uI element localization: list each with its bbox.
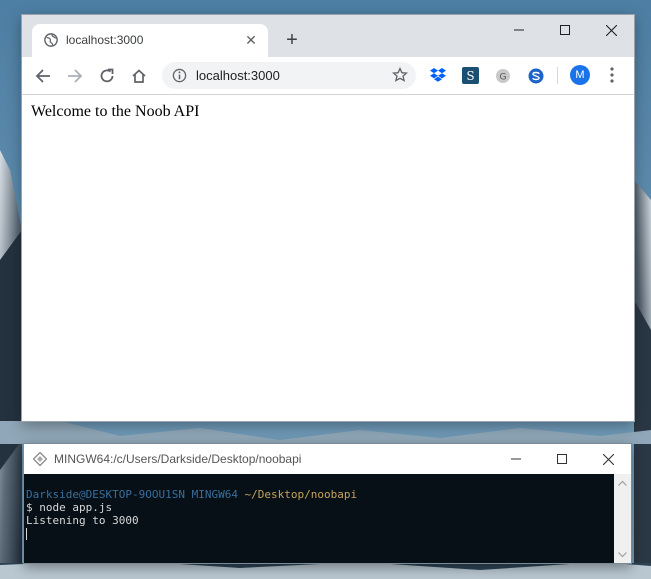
chevron-down-icon bbox=[618, 551, 627, 557]
scroll-down-button[interactable] bbox=[614, 546, 631, 563]
url-text[interactable]: localhost:3000 bbox=[196, 68, 280, 83]
reload-button[interactable] bbox=[94, 63, 120, 89]
terminal-title: MINGW64:/c/Users/Darkside/Desktop/noobap… bbox=[54, 452, 302, 466]
prompt-path: ~/Desktop/noobapi bbox=[244, 488, 358, 501]
tab-title: localhost:3000 bbox=[66, 33, 144, 47]
chevron-up-icon bbox=[618, 480, 627, 486]
terminal-title-bar[interactable]: MINGW64:/c/Users/Darkside/Desktop/noobap… bbox=[24, 444, 631, 474]
close-icon bbox=[605, 24, 617, 36]
globe-icon bbox=[44, 33, 58, 47]
terminal-output[interactable]: Darkside@DESKTOP-9OOU1SN MINGW64 ~/Deskt… bbox=[24, 474, 614, 563]
stream-icon bbox=[528, 68, 543, 83]
maximize-icon bbox=[557, 454, 567, 464]
prompt-user: Darkside@DESKTOP-9OOU1SN bbox=[26, 488, 185, 501]
minimize-icon bbox=[514, 29, 524, 31]
new-tab-button[interactable]: + bbox=[280, 29, 304, 53]
home-button[interactable] bbox=[126, 63, 152, 89]
prompt-system: MINGW64 bbox=[191, 488, 238, 501]
tab-close-icon[interactable]: ✕ bbox=[242, 31, 260, 49]
close-icon bbox=[602, 453, 614, 465]
grammarly-icon: G bbox=[495, 68, 510, 83]
grammarly-extension[interactable]: G bbox=[494, 67, 511, 84]
minimize-icon bbox=[511, 458, 521, 460]
kebab-menu-icon[interactable] bbox=[604, 65, 620, 85]
svg-text:S: S bbox=[466, 69, 474, 83]
git-bash-icon bbox=[33, 452, 47, 466]
home-icon bbox=[132, 69, 146, 83]
maximize-icon bbox=[560, 25, 570, 35]
terminal-command-line: $ node app.js bbox=[26, 501, 113, 514]
address-bar[interactable]: localhost:3000 bbox=[162, 62, 416, 89]
minimize-button[interactable] bbox=[496, 15, 542, 45]
dropbox-icon bbox=[429, 68, 446, 82]
terminal-minimize-button[interactable] bbox=[493, 444, 539, 474]
back-arrow-icon bbox=[35, 69, 50, 83]
star-icon[interactable] bbox=[392, 67, 408, 83]
page-body-text: Welcome to the Noob API bbox=[31, 103, 200, 120]
tab-strip: localhost:3000 ✕ + bbox=[22, 15, 634, 57]
stylus-icon: S bbox=[462, 67, 479, 84]
terminal-close-button[interactable] bbox=[585, 444, 631, 474]
terminal-cursor bbox=[26, 528, 27, 540]
terminal-output-line: Listening to 3000 bbox=[26, 514, 139, 527]
stream-extension[interactable] bbox=[527, 67, 544, 84]
maximize-button[interactable] bbox=[542, 15, 588, 45]
terminal-prompt-line: Darkside@DESKTOP-9OOU1SN MINGW64 ~/Deskt… bbox=[26, 488, 614, 501]
page-viewport: Welcome to the Noob API bbox=[22, 95, 634, 421]
forward-button[interactable] bbox=[62, 63, 88, 89]
browser-window: localhost:3000 ✕ + localhost:3000 S G M … bbox=[22, 15, 634, 421]
terminal-maximize-button[interactable] bbox=[539, 444, 585, 474]
svg-text:G: G bbox=[499, 72, 506, 82]
profile-avatar[interactable]: M bbox=[570, 65, 590, 85]
scroll-up-button[interactable] bbox=[614, 474, 631, 491]
info-icon[interactable] bbox=[172, 68, 187, 83]
forward-arrow-icon bbox=[68, 69, 83, 83]
stylus-extension[interactable]: S bbox=[462, 67, 479, 84]
toolbar-separator bbox=[557, 67, 558, 84]
dropbox-extension[interactable] bbox=[429, 67, 446, 84]
terminal-scrollbar[interactable] bbox=[614, 474, 631, 563]
terminal-window: MINGW64:/c/Users/Darkside/Desktop/noobap… bbox=[24, 444, 631, 563]
browser-tab[interactable]: localhost:3000 ✕ bbox=[32, 24, 268, 57]
reload-icon bbox=[100, 68, 114, 83]
close-button[interactable] bbox=[588, 15, 634, 45]
terminal-cursor-line bbox=[26, 527, 614, 540]
back-button[interactable] bbox=[30, 63, 56, 89]
browser-toolbar: localhost:3000 S G M bbox=[22, 57, 634, 95]
